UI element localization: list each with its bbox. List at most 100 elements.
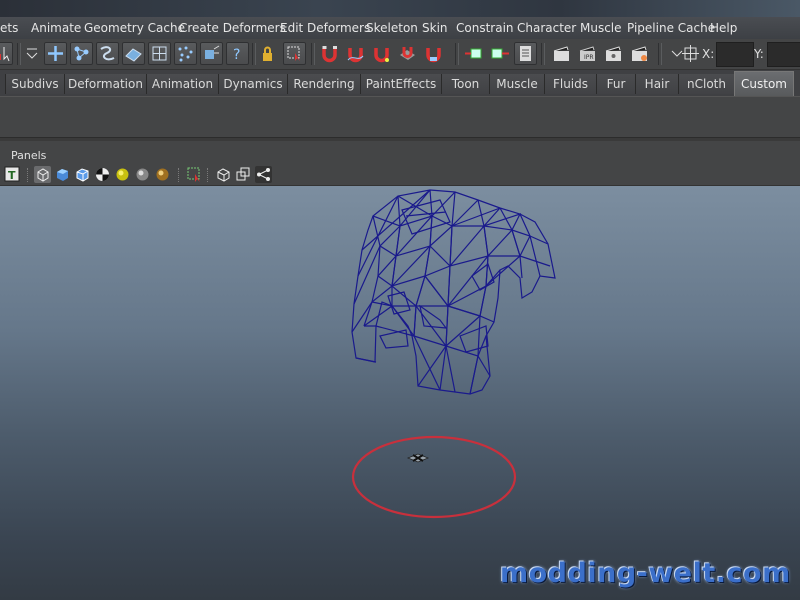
mesh-edge bbox=[413, 189, 433, 337]
menu-item-character[interactable]: Character bbox=[517, 17, 576, 39]
menu-item-help[interactable]: Help bbox=[710, 17, 737, 39]
render-button[interactable] bbox=[200, 42, 223, 65]
make-live-button[interactable] bbox=[422, 42, 445, 65]
select-tool-button[interactable] bbox=[0, 42, 13, 65]
construction-history-button[interactable] bbox=[514, 42, 537, 65]
render-settings-button[interactable] bbox=[602, 42, 625, 65]
menu-item-skin[interactable]: Skin bbox=[422, 17, 448, 39]
checker-icon bbox=[96, 168, 109, 181]
high-quality-button[interactable] bbox=[154, 166, 171, 183]
y-coordinate-field[interactable] bbox=[767, 42, 800, 67]
menu-item-muscle[interactable]: Muscle bbox=[580, 17, 622, 39]
surface-icon bbox=[125, 48, 142, 62]
menu-item-animate[interactable]: Animate bbox=[31, 17, 81, 39]
tab-animation[interactable]: Animation bbox=[146, 74, 219, 94]
snap-grid-button[interactable] bbox=[318, 42, 341, 65]
help-button[interactable]: ? bbox=[226, 42, 249, 65]
watermark: modding-welt.com bbox=[500, 558, 791, 589]
tab-dynamics[interactable]: Dynamics bbox=[218, 74, 288, 94]
lock-icon[interactable] bbox=[256, 42, 279, 65]
wireframe-cube-icon bbox=[37, 168, 49, 182]
deformer-button[interactable] bbox=[148, 42, 171, 65]
use-all-lights-button[interactable] bbox=[114, 166, 131, 183]
shadows-button[interactable] bbox=[134, 166, 151, 183]
question-icon: ? bbox=[233, 47, 240, 63]
mesh-edge bbox=[401, 199, 451, 235]
tab-deformation[interactable]: Deformation bbox=[64, 74, 147, 94]
magnet-curve-icon bbox=[347, 48, 364, 63]
menu-item-skeleton[interactable]: Skeleton bbox=[366, 17, 418, 39]
snap-curve-button[interactable] bbox=[344, 42, 367, 65]
render-current-frame-button[interactable] bbox=[550, 42, 573, 65]
vertex-icon bbox=[74, 46, 89, 61]
xray-joints-button[interactable] bbox=[235, 166, 252, 183]
3d-viewport[interactable] bbox=[0, 186, 800, 600]
mesh-edge bbox=[469, 199, 489, 395]
input-ops-button[interactable] bbox=[463, 42, 486, 65]
magnet-live-icon bbox=[426, 48, 441, 63]
toolbar-separator bbox=[658, 43, 662, 65]
isolate-select-button[interactable] bbox=[186, 166, 203, 183]
pivot-marker-icon bbox=[406, 453, 430, 463]
tab-custom[interactable]: Custom bbox=[734, 71, 794, 96]
shaded-cube-icon bbox=[57, 169, 68, 181]
menu-item-sets[interactable]: ets bbox=[0, 17, 18, 39]
toolbar-separator bbox=[27, 168, 29, 182]
particle-button[interactable] bbox=[174, 42, 197, 65]
render-icon bbox=[205, 45, 220, 59]
hypershade-button[interactable] bbox=[628, 42, 651, 65]
snap-view-plane-button[interactable] bbox=[396, 42, 419, 65]
smooth-shade-button[interactable] bbox=[54, 166, 71, 183]
tab-muscle[interactable]: Muscle bbox=[489, 74, 545, 94]
textured-button[interactable] bbox=[94, 166, 111, 183]
mesh-edge bbox=[377, 269, 501, 307]
stacked-boxes-icon bbox=[236, 167, 250, 181]
highlight-circle bbox=[351, 435, 517, 519]
magnet-plane-icon bbox=[400, 47, 415, 60]
surface-snap-button[interactable] bbox=[122, 42, 145, 65]
wireframe-mesh[interactable] bbox=[351, 189, 556, 395]
tab-fur[interactable]: Fur bbox=[596, 74, 636, 94]
history-icon bbox=[520, 46, 531, 61]
tab-ncloth[interactable]: nCloth bbox=[678, 74, 735, 94]
menu-item-pipeline-cache[interactable]: Pipeline Cache bbox=[627, 17, 715, 39]
mesh-edge bbox=[387, 291, 411, 315]
shelf-content bbox=[0, 97, 800, 137]
select-by-component-button[interactable] bbox=[70, 42, 93, 65]
tab-painteffects[interactable]: PaintEffects bbox=[360, 74, 442, 94]
xray-cube-icon bbox=[217, 168, 230, 182]
tab-fluids[interactable]: Fluids bbox=[544, 74, 597, 94]
menu-item-create-deformers[interactable]: Create Deformers bbox=[179, 17, 286, 39]
menu-item-constrain[interactable]: Constrain bbox=[456, 17, 514, 39]
snap-point-button[interactable] bbox=[370, 42, 393, 65]
tab-toon[interactable]: Toon bbox=[441, 74, 490, 94]
select-highlight-button[interactable] bbox=[283, 42, 306, 65]
menu-item-geometry-cache[interactable]: Geometry Cache bbox=[84, 17, 185, 39]
xray-button[interactable] bbox=[215, 166, 232, 183]
arrow-icon bbox=[0, 47, 10, 62]
mesh-edge bbox=[351, 189, 556, 395]
transform-mode-button[interactable] bbox=[679, 42, 702, 65]
title-bar bbox=[0, 0, 800, 17]
tab-subdivs[interactable]: Subdivs bbox=[5, 74, 65, 94]
text-toggle-button[interactable]: T bbox=[4, 166, 21, 183]
tab-rendering[interactable]: Rendering bbox=[287, 74, 361, 94]
collapse-icon[interactable] bbox=[22, 42, 40, 65]
mesh-edge bbox=[355, 357, 377, 363]
curve-snap-button[interactable] bbox=[96, 42, 119, 65]
select-by-hierarchy-button[interactable] bbox=[44, 42, 67, 65]
ipr-render-button[interactable]: IPR bbox=[576, 42, 599, 65]
x-coordinate-field[interactable] bbox=[716, 42, 754, 67]
backface-culling-button[interactable] bbox=[255, 166, 272, 183]
panels-menu[interactable]: Panels bbox=[11, 147, 46, 165]
menu-item-edit-deformers[interactable]: Edit Deformers bbox=[280, 17, 370, 39]
toolbar-separator bbox=[455, 43, 459, 65]
clapper-ipr-icon: IPR bbox=[579, 46, 595, 61]
wireframe-mode-button[interactable] bbox=[34, 166, 51, 183]
output-ops-button[interactable] bbox=[488, 42, 511, 65]
tab-hair[interactable]: Hair bbox=[635, 74, 679, 94]
magnet-grid-icon bbox=[322, 46, 337, 63]
menu-bar: ets Animate Geometry Cache Create Deform… bbox=[0, 17, 800, 39]
svg-text:?: ? bbox=[233, 47, 240, 63]
wireframe-on-shaded-button[interactable] bbox=[74, 166, 91, 183]
